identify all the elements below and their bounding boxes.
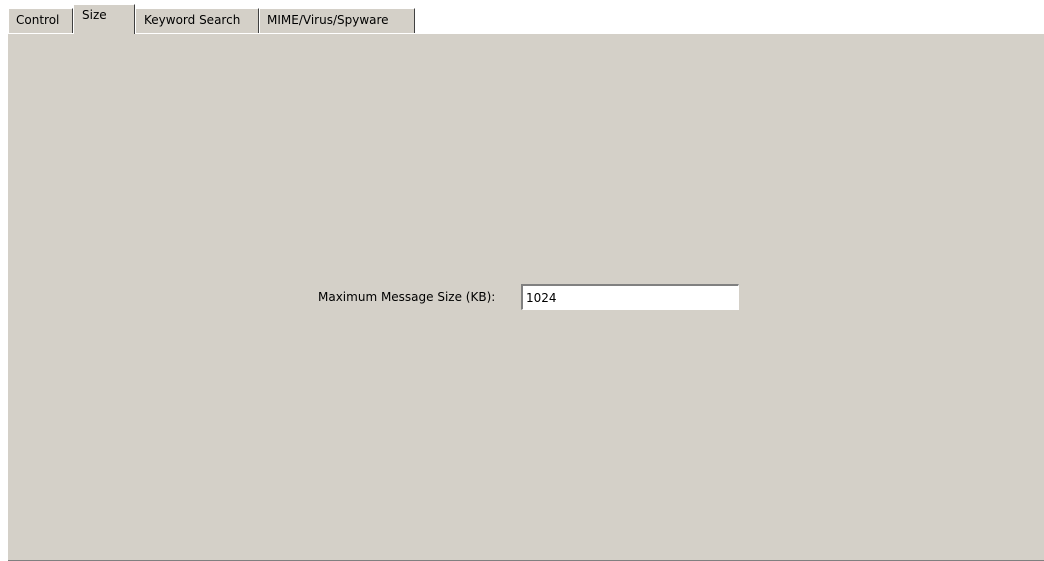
max-message-size-label: Maximum Message Size (KB):	[318, 290, 496, 304]
size-tab-panel: Maximum Message Size (KB):	[8, 33, 1044, 561]
tab-mime-virus-spyware[interactable]: MIME/Virus/Spyware	[259, 8, 415, 33]
tab-keyword-search[interactable]: Keyword Search	[135, 8, 259, 33]
tab-size[interactable]: Size	[73, 4, 135, 34]
settings-window: Control Size Keyword Search MIME/Virus/S…	[0, 0, 1044, 561]
max-message-size-row: Maximum Message Size (KB):	[8, 284, 1044, 314]
tab-control[interactable]: Control	[8, 8, 73, 33]
tab-strip: Control Size Keyword Search MIME/Virus/S…	[0, 0, 1044, 34]
max-message-size-input[interactable]	[521, 284, 739, 310]
